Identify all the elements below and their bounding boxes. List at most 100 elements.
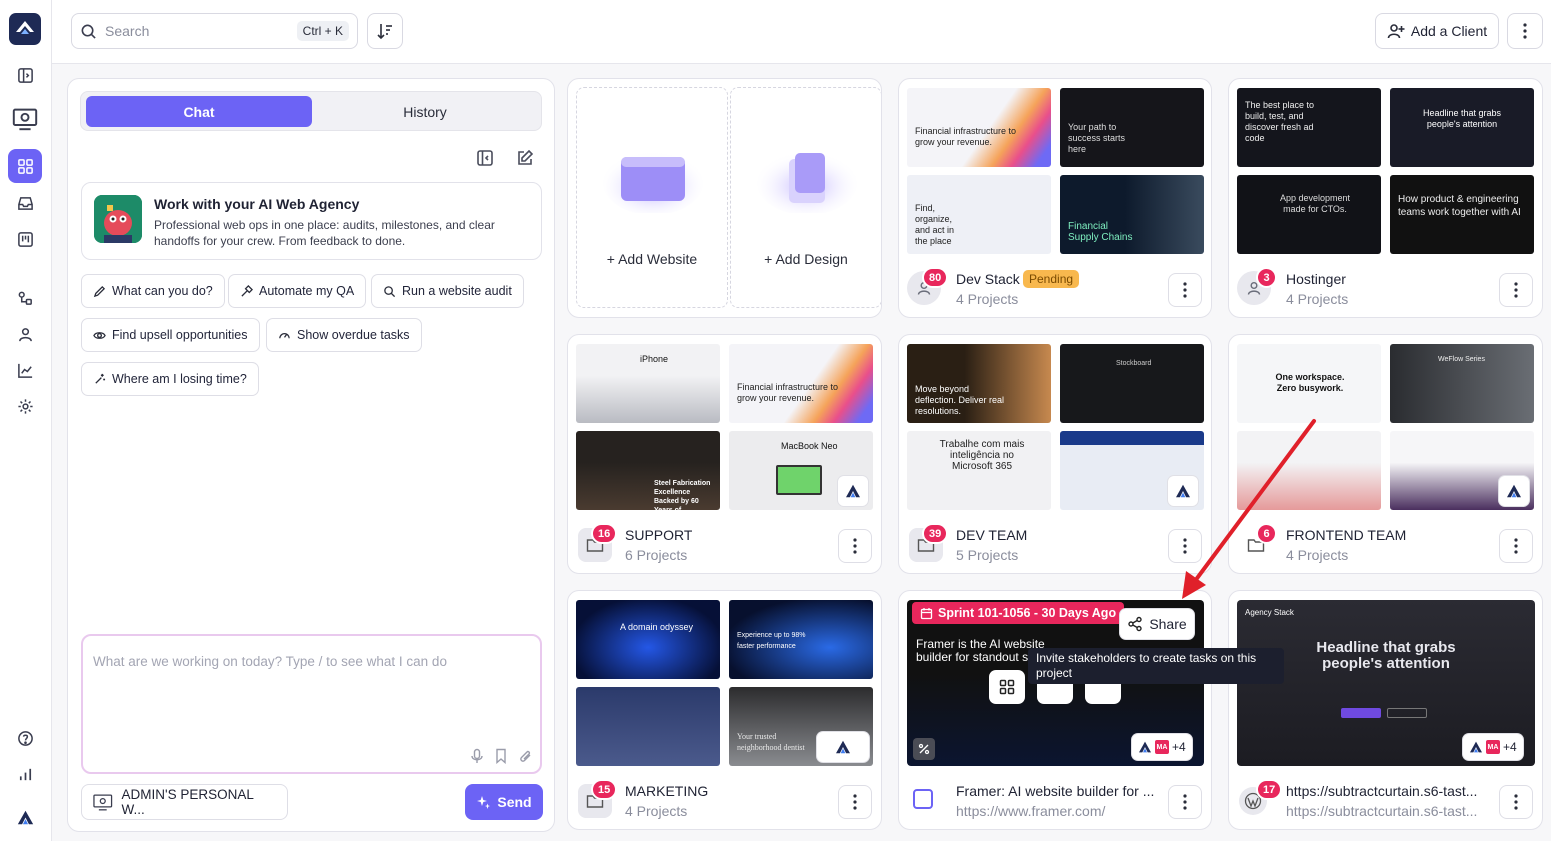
sort-button[interactable] [367, 13, 403, 49]
brand-logo-icon[interactable] [8, 800, 42, 834]
stakeholders-avatars[interactable]: MA +4 [1132, 734, 1192, 760]
card-more-button[interactable] [1499, 785, 1533, 819]
prompt-input[interactable] [93, 654, 523, 734]
open-project-button[interactable] [989, 670, 1025, 704]
site-thumbnail[interactable]: Headline that grabs people's attention [1390, 88, 1534, 167]
attachment-icon[interactable] [517, 748, 533, 764]
calendar-icon [920, 607, 933, 619]
analytics-chart-icon[interactable] [8, 353, 42, 387]
sprint-badge[interactable]: Sprint 101-1056 - 30 Days Ago [912, 602, 1125, 624]
chip-overdue-tasks[interactable]: Show overdue tasks [266, 318, 422, 352]
top-more-button[interactable] [1507, 13, 1543, 49]
tab-history[interactable]: History [312, 96, 538, 127]
agent-avatar [94, 195, 142, 243]
search-box[interactable]: Search Ctrl + K [71, 13, 358, 49]
site-thumbnail[interactable]: Financial Supply Chains [1060, 175, 1204, 254]
agency-logo-icon [1139, 741, 1151, 753]
unlink-icon[interactable] [913, 738, 935, 760]
microphone-icon[interactable] [469, 748, 485, 764]
new-chat-edit-icon[interactable] [516, 149, 534, 167]
inbox-icon[interactable] [8, 186, 42, 220]
chip-label: Automate my QA [259, 284, 355, 298]
folder-name: MARKETING [625, 783, 709, 799]
preview-action-button[interactable] [1085, 682, 1121, 704]
chip-automate-qa[interactable]: Automate my QA [228, 274, 367, 308]
notification-badge: 17 [1256, 779, 1283, 800]
user-icon[interactable] [8, 317, 42, 351]
card-more-button[interactable] [838, 529, 872, 563]
folder-card-dev-team[interactable]: Move beyond deflection. Deliver real res… [898, 334, 1212, 574]
more-members-count: +4 [1503, 740, 1517, 754]
site-thumbnail[interactable]: WeFlow Series [1390, 344, 1534, 423]
more-vertical-icon [1183, 794, 1187, 810]
status-badge: Pending [1023, 270, 1080, 288]
stats-bars-icon[interactable] [8, 757, 42, 791]
add-website-tile[interactable]: + Add Website [576, 87, 728, 308]
agency-title: Work with your AI Web Agency [154, 196, 360, 212]
site-thumbnail[interactable]: Experience up to 98% faster performance [729, 600, 873, 679]
site-thumbnail[interactable]: Find, organize, and act in the place [907, 175, 1051, 254]
project-url[interactable]: https://www.framer.com/ [956, 803, 1160, 819]
workflow-icon[interactable] [8, 281, 42, 315]
agency-logo-icon [817, 732, 869, 762]
add-user-icon [1387, 24, 1405, 39]
site-thumbnail[interactable]: Trabalhe com mais inteligência no Micros… [907, 431, 1051, 510]
site-thumbnail[interactable]: App development made for CTOs. [1237, 175, 1381, 254]
search-placeholder[interactable]: Search [105, 23, 297, 39]
select-checkbox[interactable] [913, 789, 933, 809]
site-thumbnail[interactable]: Financial infrastructure to grow your re… [729, 344, 873, 423]
site-thumbnail[interactable]: Move beyond deflection. Deliver real res… [907, 344, 1051, 423]
app-logo-icon[interactable] [9, 13, 41, 45]
project-url[interactable]: https://subtractcurtain.s6-tast... [1286, 803, 1492, 819]
thumbnail-text: One workspace. Zero busywork. [1275, 372, 1345, 393]
more-members-count: +4 [1172, 740, 1186, 754]
add-design-tile[interactable]: + Add Design [730, 87, 881, 308]
stakeholders-avatars[interactable]: MA +4 [1463, 734, 1523, 760]
chip-run-audit[interactable]: Run a website audit [371, 274, 524, 308]
site-thumbnail[interactable]: How product & engineering teams work tog… [1390, 175, 1534, 254]
settings-gear-icon[interactable] [8, 389, 42, 423]
site-thumbnail[interactable]: One workspace. Zero busywork. [1237, 344, 1381, 423]
collapse-panel-icon[interactable] [476, 149, 494, 167]
chip-what-can-you-do[interactable]: What can you do? [81, 274, 225, 308]
site-thumbnail[interactable]: Financial infrastructure to grow your re… [907, 88, 1051, 167]
card-more-button[interactable] [1499, 273, 1533, 307]
site-thumbnail[interactable]: iPhone [576, 344, 720, 423]
tab-chat[interactable]: Chat [86, 96, 312, 127]
card-more-button[interactable] [1499, 529, 1533, 563]
workspace-label: ADMIN'S PERSONAL W... [121, 787, 254, 817]
thumbnail-text: Financial infrastructure to grow your re… [737, 382, 839, 403]
card-more-button[interactable] [838, 785, 872, 819]
add-client-button[interactable]: Add a Client [1375, 13, 1499, 49]
bookmark-icon[interactable] [493, 748, 509, 764]
workspace-selector[interactable]: ADMIN'S PERSONAL W... [81, 784, 288, 820]
client-card-dev-stack[interactable]: Financial infrastructure to grow your re… [898, 78, 1212, 318]
more-vertical-icon [1514, 282, 1518, 298]
chip-upsell[interactable]: Find upsell opportunities [81, 318, 260, 352]
send-button[interactable]: Send [465, 784, 543, 820]
project-card-subtractcurtain[interactable]: Agency Stack Headline that grabs people'… [1228, 590, 1543, 830]
thumbnail-text: Financial Supply Chains [1068, 221, 1133, 243]
site-thumbnail[interactable]: Your path to success starts here [1060, 88, 1204, 167]
folder-card-marketing[interactable]: A domain odyssey Experience up to 98% fa… [567, 590, 882, 830]
more-vertical-icon [853, 538, 857, 554]
toggle-sidebar-icon[interactable] [8, 58, 42, 92]
site-thumbnail[interactable]: The best place to build, test, and disco… [1237, 88, 1381, 167]
kanban-board-icon[interactable] [8, 222, 42, 256]
site-thumbnail[interactable]: A domain odyssey [576, 600, 720, 679]
site-thumbnail[interactable]: Stockboard [1060, 344, 1204, 423]
card-more-button[interactable] [1168, 785, 1202, 819]
add-project-card: + Add Website + Add Design [567, 78, 882, 318]
site-thumbnail[interactable]: Steel Fabrication Excellence Backed by 6… [576, 431, 720, 510]
preview-action-button[interactable] [1037, 682, 1073, 704]
client-card-hostinger[interactable]: The best place to build, test, and disco… [1228, 78, 1543, 318]
share-button[interactable]: Share [1119, 608, 1195, 640]
card-more-button[interactable] [1168, 273, 1202, 307]
help-icon[interactable] [8, 721, 42, 755]
chip-losing-time[interactable]: Where am I losing time? [81, 362, 259, 396]
monitor-settings-icon[interactable] [7, 100, 43, 136]
folder-card-support[interactable]: iPhone Financial infrastructure to grow … [567, 334, 882, 574]
dashboard-grid-icon[interactable] [8, 149, 42, 183]
monitor-settings-icon [93, 794, 113, 811]
notification-badge: 39 [922, 523, 949, 544]
